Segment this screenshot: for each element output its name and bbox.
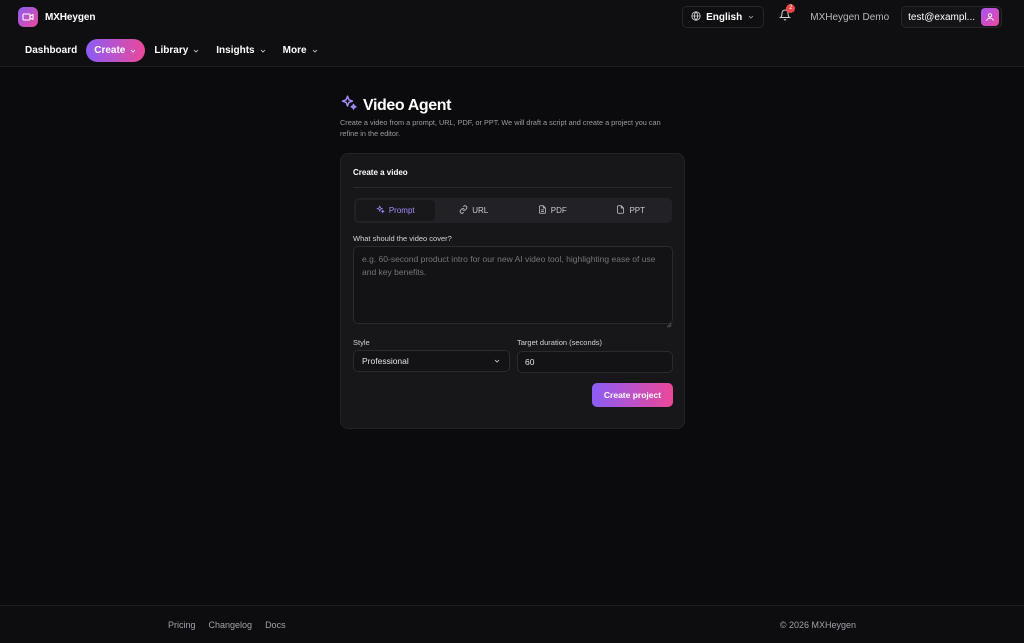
footer-link-changelog[interactable]: Changelog [209,620,253,630]
workspace-name[interactable]: MXHeygen Demo [810,12,889,23]
chevron-down-icon [311,47,319,55]
copyright: © 2026 MXHeygen [779,620,856,630]
page-subtitle: Create a video from a prompt, URL, PDF, … [340,118,661,138]
chevron-down-icon [259,47,267,55]
style-label: Style [353,338,370,347]
chevron-down-icon [493,357,501,365]
footer-links: Pricing Changelog Docs [168,620,286,630]
globe-icon [691,10,701,24]
top-header: MXHeygen English 2 MXHeygen Demo test@ex… [0,0,1024,67]
tab-ppt-label: PPT [629,206,646,215]
style-select-value: Professional [362,356,409,366]
nav-more[interactable]: More [276,39,326,62]
tab-pdf-label: PDF [550,206,567,215]
sparkles-icon [376,205,385,216]
prompt-textarea[interactable] [353,246,673,324]
tab-prompt-label: Prompt [388,206,415,215]
avatar [981,8,999,26]
account-email: test@exampl... [908,11,975,23]
nav-create[interactable]: Create [86,39,146,62]
account-menu[interactable]: test@exampl... [901,6,1002,28]
tab-ppt[interactable]: PPT [592,200,671,221]
tab-url-label: URL [472,206,489,215]
source-tabs: Prompt URL PDF PPT [354,198,672,223]
page-title: Video Agent [363,96,452,114]
nav-insights[interactable]: Insights [209,39,273,62]
language-label: English [706,11,743,23]
tab-pdf[interactable]: PDF [513,200,592,221]
style-select[interactable]: Professional [353,350,510,372]
tab-prompt[interactable]: Prompt [356,200,435,221]
link-icon [459,205,468,216]
notification-count-badge: 2 [786,4,796,13]
footer-link-docs[interactable]: Docs [265,620,286,630]
prompt-label: What should the video cover? [353,234,452,243]
footer: Pricing Changelog Docs © 2026 MXHeygen [0,605,1024,643]
sparkles-icon [340,94,358,117]
chevron-down-icon [129,47,137,55]
brand[interactable]: MXHeygen [18,7,95,27]
tab-url[interactable]: URL [435,200,514,221]
divider [353,187,672,188]
main-nav: Dashboard Create Library Insights More [18,39,326,62]
create-video-card: Create a video Prompt URL PDF PPT What s… [340,153,685,429]
duration-value: 60 [525,357,535,367]
nav-library-label: Library [154,45,189,56]
chevron-down-icon [747,13,755,21]
file-icon [616,205,625,216]
page-header: Video Agent [340,94,451,117]
duration-label: Target duration (seconds) [517,338,603,347]
create-project-button[interactable]: Create project [592,383,673,407]
resize-handle-icon[interactable] [665,315,672,328]
footer-link-pricing[interactable]: Pricing [168,620,196,630]
nav-dashboard[interactable]: Dashboard [18,39,84,62]
file-text-icon [538,205,547,216]
nav-insights-label: Insights [216,45,255,56]
nav-dashboard-label: Dashboard [25,45,78,56]
card-title: Create a video [353,168,408,177]
chevron-down-icon [192,47,200,55]
brand-name: MXHeygen [45,11,96,23]
nav-create-label: Create [94,45,126,56]
language-selector[interactable]: English [682,6,765,28]
video-camera-icon [18,7,38,27]
duration-input[interactable]: 60 [517,351,673,373]
nav-more-label: More [282,45,307,56]
header-actions: English 2 MXHeygen Demo test@exampl... [682,4,1002,28]
nav-library[interactable]: Library [147,39,207,62]
notifications-button[interactable]: 2 [774,4,796,28]
